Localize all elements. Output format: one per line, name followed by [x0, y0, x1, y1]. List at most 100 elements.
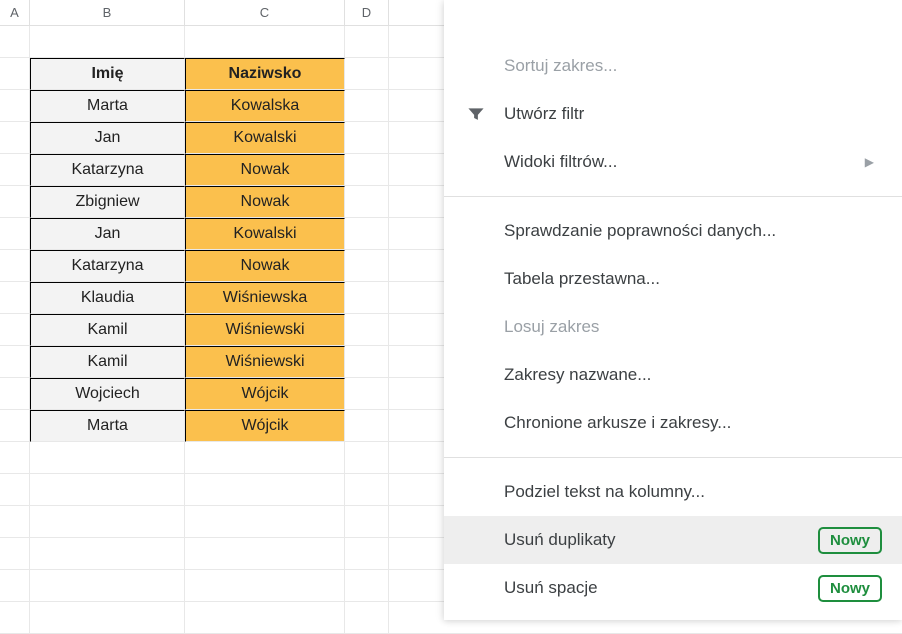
- cell[interactable]: [345, 378, 389, 410]
- cell[interactable]: [185, 570, 345, 602]
- cell[interactable]: [0, 538, 30, 570]
- column-header-C[interactable]: C: [185, 0, 345, 25]
- cell[interactable]: [345, 122, 389, 154]
- cell[interactable]: [0, 154, 30, 186]
- cell-firstname[interactable]: Katarzyna: [30, 154, 185, 186]
- menu-item-create-filter[interactable]: Utwórz filtr: [444, 90, 902, 138]
- cell-firstname[interactable]: Kamil: [30, 346, 185, 378]
- cell[interactable]: [0, 90, 30, 122]
- cell[interactable]: [30, 570, 185, 602]
- new-badge: Nowy: [818, 527, 882, 554]
- cell[interactable]: [345, 26, 389, 58]
- cell[interactable]: [0, 250, 30, 282]
- cell[interactable]: [345, 570, 389, 602]
- menu-divider: [444, 457, 902, 458]
- cell-lastname[interactable]: Nowak: [185, 154, 345, 186]
- cell-lastname[interactable]: Kowalski: [185, 122, 345, 154]
- cell[interactable]: [30, 538, 185, 570]
- cell-firstname[interactable]: Klaudia: [30, 282, 185, 314]
- cell[interactable]: [345, 602, 389, 634]
- cell[interactable]: [0, 282, 30, 314]
- cell[interactable]: [0, 26, 30, 58]
- cell-lastname[interactable]: Wiśniewski: [185, 314, 345, 346]
- cell-firstname[interactable]: Zbigniew: [30, 186, 185, 218]
- cell[interactable]: [345, 346, 389, 378]
- menu-item-label: Losuj zakres: [504, 317, 599, 337]
- cell-firstname[interactable]: Wojciech: [30, 378, 185, 410]
- menu-item-label: Usuń duplikaty: [504, 530, 616, 550]
- cell[interactable]: [185, 506, 345, 538]
- cell[interactable]: [345, 442, 389, 474]
- cell[interactable]: [0, 122, 30, 154]
- cell-lastname[interactable]: Wiśniewska: [185, 282, 345, 314]
- cell-firstname[interactable]: Marta: [30, 90, 185, 122]
- menu-item-split-text[interactable]: Podziel tekst na kolumny...: [444, 468, 902, 516]
- cell[interactable]: [345, 250, 389, 282]
- cell[interactable]: [185, 602, 345, 634]
- cell[interactable]: [185, 26, 345, 58]
- submenu-arrow-icon: ▶: [865, 155, 874, 169]
- cell-firstname[interactable]: Marta: [30, 410, 185, 442]
- menu-item-label: Utwórz filtr: [504, 104, 584, 124]
- cell[interactable]: [345, 58, 389, 90]
- cell[interactable]: [345, 90, 389, 122]
- menu-item-data-validation[interactable]: Sprawdzanie poprawności danych...: [444, 207, 902, 255]
- menu-item-pivot-table[interactable]: Tabela przestawna...: [444, 255, 902, 303]
- cell-firstname[interactable]: Jan: [30, 122, 185, 154]
- table-header-firstname[interactable]: Imię: [30, 58, 185, 90]
- cell-firstname[interactable]: Katarzyna: [30, 250, 185, 282]
- menu-item-label: Sprawdzanie poprawności danych...: [504, 221, 776, 241]
- menu-item-remove-duplicates[interactable]: Usuń duplikaty Nowy: [444, 516, 902, 564]
- menu-item-protected-sheets[interactable]: Chronione arkusze i zakresy...: [444, 399, 902, 447]
- cell[interactable]: [30, 474, 185, 506]
- cell[interactable]: [0, 346, 30, 378]
- cell[interactable]: [345, 218, 389, 250]
- cell[interactable]: [345, 474, 389, 506]
- cell-lastname[interactable]: Nowak: [185, 186, 345, 218]
- cell[interactable]: [0, 58, 30, 90]
- cell-lastname[interactable]: Kowalski: [185, 218, 345, 250]
- cell[interactable]: [0, 506, 30, 538]
- cell[interactable]: [0, 602, 30, 634]
- cell[interactable]: [345, 282, 389, 314]
- cell[interactable]: [30, 442, 185, 474]
- menu-item-label: Zakresy nazwane...: [504, 365, 651, 385]
- cell[interactable]: [185, 538, 345, 570]
- cell[interactable]: [0, 410, 30, 442]
- cell[interactable]: [30, 602, 185, 634]
- cell-firstname[interactable]: Jan: [30, 218, 185, 250]
- cell[interactable]: [185, 474, 345, 506]
- cell[interactable]: [345, 506, 389, 538]
- cell[interactable]: [185, 442, 345, 474]
- cell-lastname[interactable]: Kowalska: [185, 90, 345, 122]
- column-header-D[interactable]: D: [345, 0, 389, 25]
- column-header-B[interactable]: B: [30, 0, 185, 25]
- cell-firstname[interactable]: Kamil: [30, 314, 185, 346]
- cell[interactable]: [30, 26, 185, 58]
- menu-item-trim-whitespace[interactable]: Usuń spacje Nowy: [444, 564, 902, 612]
- cell-lastname[interactable]: Nowak: [185, 250, 345, 282]
- cell[interactable]: [0, 570, 30, 602]
- cell-lastname[interactable]: Wiśniewski: [185, 346, 345, 378]
- cell[interactable]: [0, 186, 30, 218]
- cell[interactable]: [0, 474, 30, 506]
- cell-lastname[interactable]: Wójcik: [185, 410, 345, 442]
- cell-lastname[interactable]: Wójcik: [185, 378, 345, 410]
- menu-item-label: Widoki filtrów...: [504, 152, 617, 172]
- cell[interactable]: [345, 186, 389, 218]
- cell[interactable]: [345, 154, 389, 186]
- cell[interactable]: [30, 506, 185, 538]
- cell[interactable]: [345, 314, 389, 346]
- cell[interactable]: [0, 314, 30, 346]
- cell[interactable]: [345, 410, 389, 442]
- menu-divider: [444, 196, 902, 197]
- table-header-lastname[interactable]: Naziwsko: [185, 58, 345, 90]
- menu-item-filter-views[interactable]: Widoki filtrów... ▶: [444, 138, 902, 186]
- cell[interactable]: [0, 218, 30, 250]
- menu-item-named-ranges[interactable]: Zakresy nazwane...: [444, 351, 902, 399]
- cell[interactable]: [345, 538, 389, 570]
- menu-item-label: Sortuj zakres...: [504, 56, 617, 76]
- cell[interactable]: [0, 442, 30, 474]
- column-header-A[interactable]: A: [0, 0, 30, 25]
- cell[interactable]: [0, 378, 30, 410]
